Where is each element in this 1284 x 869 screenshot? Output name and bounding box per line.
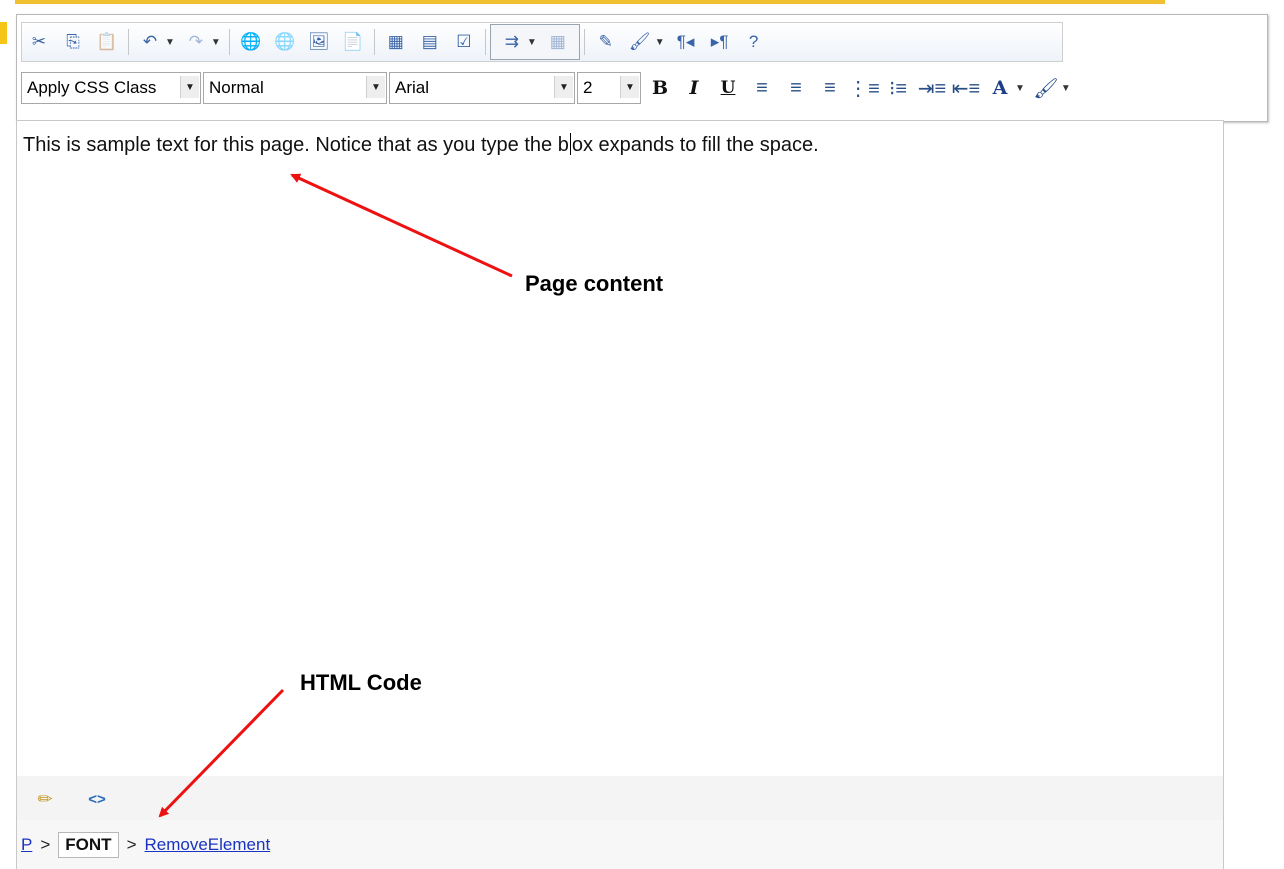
annotation-arrows [158,173,513,818]
arrow-to-html-code [158,688,285,818]
arrow-to-page-content [290,173,513,278]
editor-screenshot: ✂ ⎘ 📋 ↶ ▼ ↷ ▼ 🌐 🌐 🖼 📄 ▦ ▤ ☑ ⇉ ▼ ▦ ✎ 🖌 ▼ ¶◂ ▸¶? Apply CSS Clas… [0,0,1284,869]
